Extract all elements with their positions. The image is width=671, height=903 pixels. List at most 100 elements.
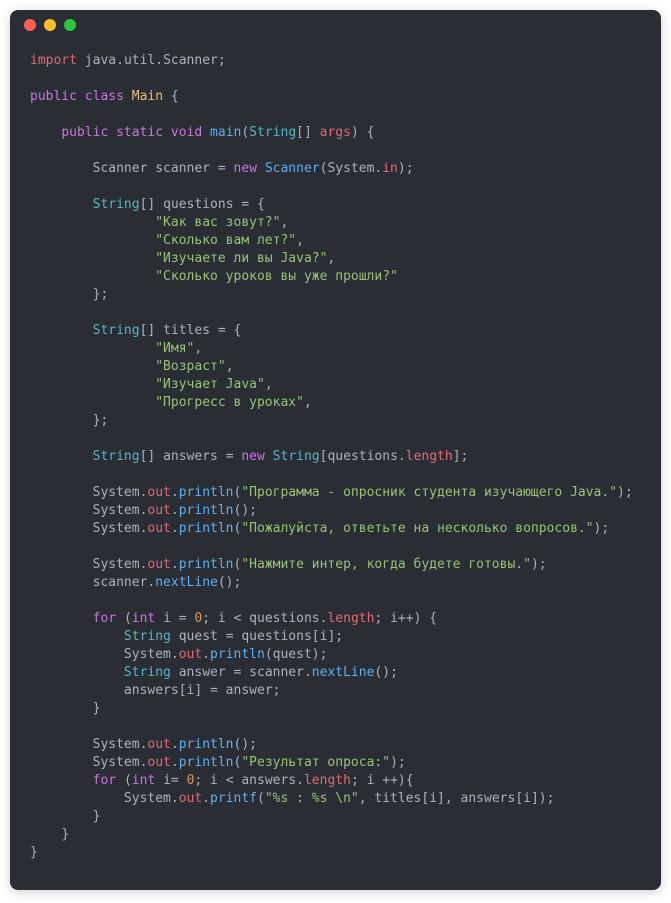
code-token: i [359, 773, 382, 788]
code-token: "Пожалуйста, ответьте на несколько вопро… [241, 521, 593, 536]
code-token: titles [155, 323, 218, 338]
code-token: [ [179, 683, 187, 698]
code-token: titles [367, 791, 422, 806]
code-token: , [280, 215, 288, 230]
code-window: import java.util.Scanner; public class M… [10, 10, 661, 890]
code-token: = [171, 773, 179, 788]
code-token: System [30, 521, 140, 536]
code-token: "Нажмите интер, когда будете готовы." [241, 557, 531, 572]
code-token: import [30, 53, 77, 68]
code-token [30, 341, 155, 356]
code-token: [ [312, 629, 320, 644]
code-token: = [179, 611, 187, 626]
code-token: length [327, 611, 374, 626]
window-maximize-button[interactable] [64, 19, 76, 31]
code-token: } [61, 827, 69, 842]
code-token: , [226, 359, 234, 374]
code-token [30, 287, 93, 302]
code-token: System [30, 485, 140, 500]
code-token: i [382, 611, 398, 626]
code-token: System [30, 737, 140, 752]
code-token: System [30, 647, 171, 662]
code-token: System [30, 791, 171, 806]
code-token: println [179, 737, 234, 752]
code-token [312, 125, 320, 140]
code-token: "Изучает Java" [155, 377, 265, 392]
code-token: answers [234, 773, 297, 788]
code-token [30, 323, 93, 338]
code-token [30, 773, 93, 788]
code-token: . [171, 791, 179, 806]
code-token: ); [312, 647, 328, 662]
code-token: . [398, 449, 406, 464]
code-token: public [30, 89, 77, 104]
code-token: ; [202, 611, 210, 626]
code-token: "%s : %s \n" [265, 791, 359, 806]
code-token: String [124, 629, 171, 644]
code-token: questions [327, 449, 397, 464]
code-token: (); [374, 665, 397, 680]
code-token: "Результат опроса:" [241, 755, 390, 770]
code-token [257, 161, 265, 176]
code-token: System [30, 557, 140, 572]
code-token [30, 359, 155, 374]
code-token: ( [124, 773, 132, 788]
code-token: ++) [398, 611, 421, 626]
code-token: . [171, 503, 179, 518]
code-token: in [382, 161, 398, 176]
code-token [30, 233, 155, 248]
code-token: length [406, 449, 453, 464]
code-token: = [218, 161, 226, 176]
code-token: Scanner [265, 161, 320, 176]
code-token [30, 629, 124, 644]
code-token: . [304, 665, 312, 680]
code-token [265, 449, 273, 464]
code-token: , [359, 791, 367, 806]
code-token: println [179, 485, 234, 500]
code-token: length [304, 773, 351, 788]
code-token: ( [265, 647, 273, 662]
code-token: for [93, 773, 116, 788]
code-token: println [179, 557, 234, 572]
code-token: answers [453, 791, 516, 806]
code-token: out [179, 647, 202, 662]
code-token: out [179, 791, 202, 806]
code-token: }; [93, 413, 109, 428]
code-token: , [304, 395, 312, 410]
code-token: Main [132, 89, 163, 104]
code-token: { [171, 89, 179, 104]
code-token: } [30, 845, 38, 860]
code-token [30, 251, 155, 266]
code-token [30, 827, 61, 842]
code-token: ( [241, 125, 249, 140]
code-editor[interactable]: import java.util.Scanner; public class M… [10, 40, 661, 890]
code-token: . [171, 521, 179, 536]
code-token: answer [171, 665, 234, 680]
code-token [108, 125, 116, 140]
code-token: { [257, 197, 265, 212]
code-token: main [210, 125, 241, 140]
window-close-button[interactable] [24, 19, 36, 31]
code-token: println [210, 647, 265, 662]
code-token: String [249, 125, 296, 140]
code-token: (); [218, 575, 241, 590]
code-token: ); [398, 161, 414, 176]
code-token: = [210, 683, 218, 698]
code-token: questions [155, 197, 241, 212]
code-token: [] [140, 323, 156, 338]
code-token: Scanner [163, 53, 218, 68]
code-token: = [226, 629, 234, 644]
window-minimize-button[interactable] [44, 19, 56, 31]
code-token: String [273, 449, 320, 464]
code-token [30, 125, 61, 140]
code-token: < [226, 773, 234, 788]
code-token: String [93, 197, 140, 212]
code-token [30, 611, 93, 626]
code-token [179, 773, 187, 788]
code-token [249, 197, 257, 212]
code-token: new [241, 449, 264, 464]
code-token [116, 611, 124, 626]
code-token [116, 773, 124, 788]
code-token: "Имя" [155, 341, 194, 356]
code-token [30, 377, 155, 392]
